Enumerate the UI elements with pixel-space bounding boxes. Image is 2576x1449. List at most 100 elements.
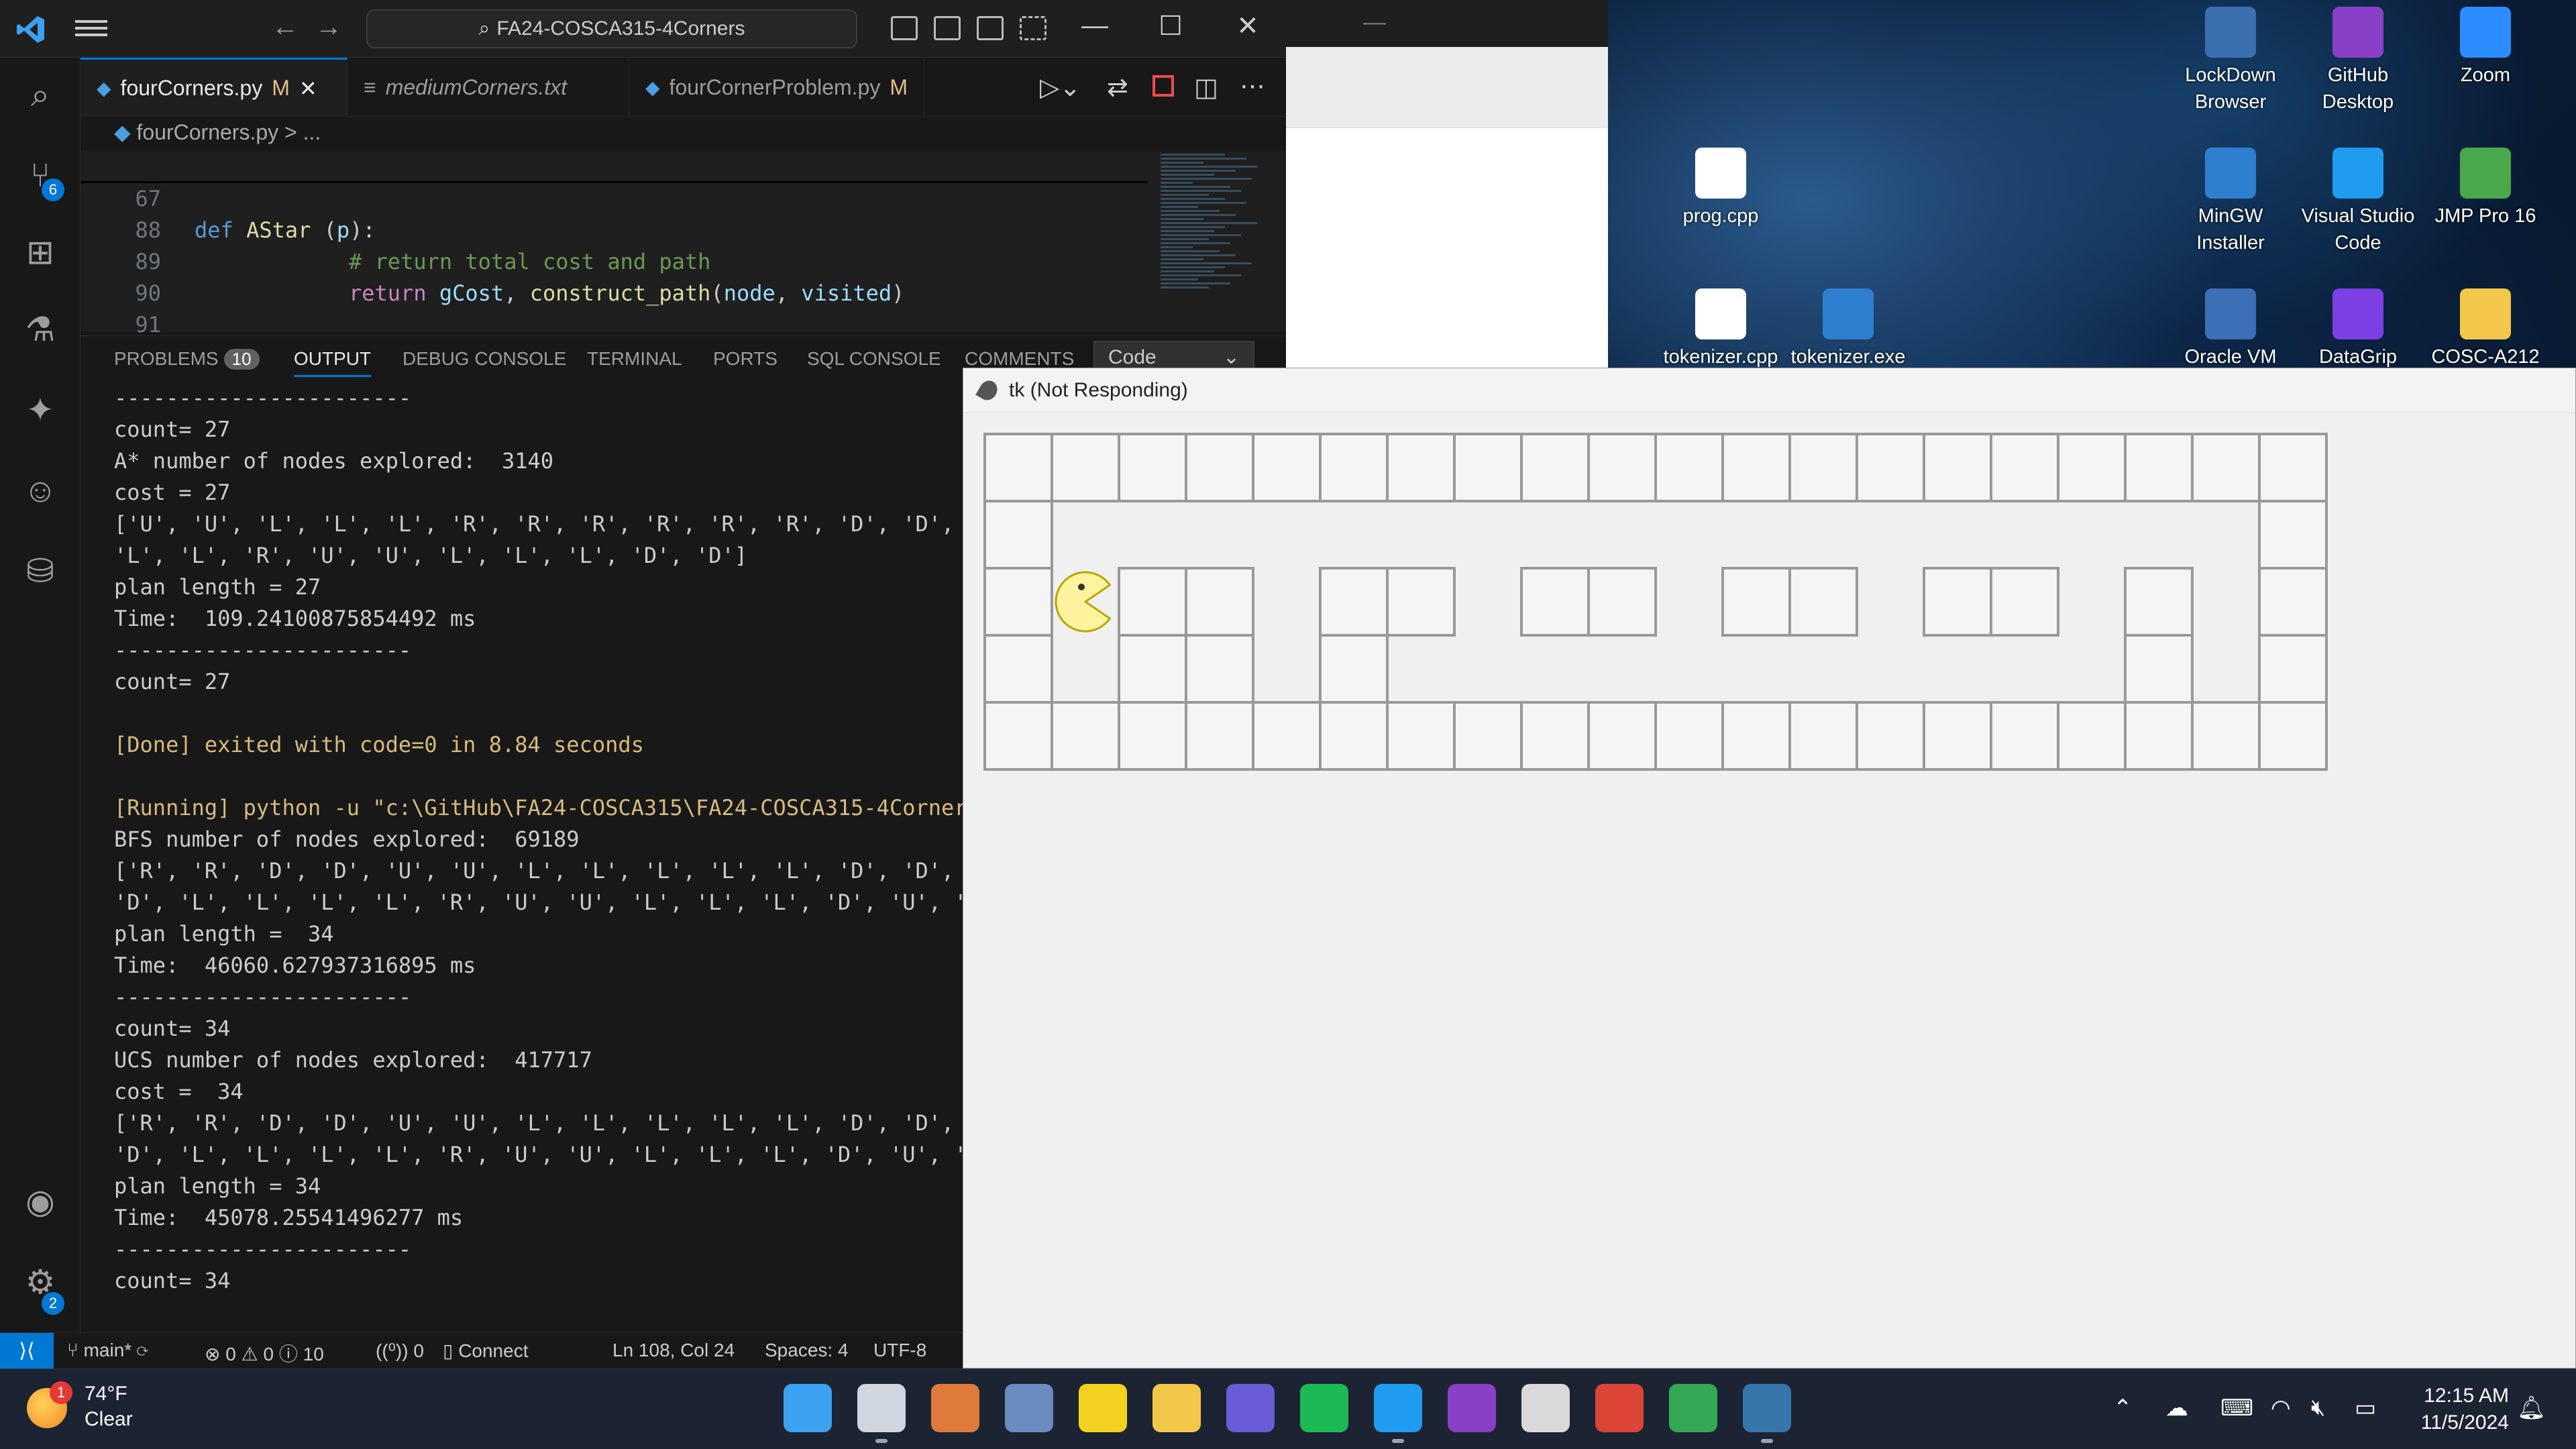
run-icon[interactable]: ▷⌄ bbox=[1040, 72, 1081, 103]
start-button-icon[interactable] bbox=[784, 1384, 832, 1432]
file-explorer-icon[interactable] bbox=[1152, 1384, 1201, 1432]
output-line: ----------------------- bbox=[114, 1236, 412, 1262]
desktop-icon[interactable]: MinGW Installer bbox=[2170, 148, 2291, 256]
desktop-icon[interactable]: DataGrip bbox=[2298, 288, 2418, 370]
keyboard-icon[interactable]: ⌨ bbox=[2220, 1395, 2253, 1421]
task-view-icon[interactable] bbox=[857, 1384, 906, 1432]
ports-indicator[interactable]: ((⁰)) 0 bbox=[376, 1340, 424, 1362]
stop-icon[interactable] bbox=[1152, 75, 1174, 97]
background-window[interactable]: — ⚙▾ bbox=[1286, 0, 1608, 369]
close-icon[interactable]: ✕ bbox=[299, 76, 317, 101]
toggle-secondary-sidebar-icon[interactable] bbox=[977, 16, 1004, 40]
code-editor[interactable]: 67 def AStar (p): 88 # return total cost… bbox=[80, 152, 1286, 369]
desktop-icon[interactable]: COSC-A212 bbox=[2425, 288, 2546, 370]
desktop-icon-label: GitHub Desktop bbox=[2322, 64, 2394, 113]
branch-indicator[interactable]: ⑂ main* ⟳ bbox=[67, 1340, 148, 1361]
copilot-2-icon[interactable] bbox=[1226, 1384, 1275, 1432]
maximize-button[interactable]: ☐ bbox=[1150, 11, 1191, 42]
desktop-icon[interactable]: prog.cpp bbox=[1660, 148, 1781, 229]
background-window-titlebar[interactable]: — bbox=[1286, 0, 1608, 47]
remote-indicator-icon[interactable]: ⟩⟨ bbox=[0, 1333, 54, 1369]
desktop-icon[interactable]: Zoom bbox=[2425, 7, 2546, 89]
speaker-muted-icon[interactable]: 🔇︎ bbox=[2311, 1395, 2325, 1421]
database-icon[interactable]: ⛁ bbox=[20, 551, 60, 591]
desktop-icon[interactable]: Oracle VM bbox=[2170, 288, 2291, 370]
cursor-position[interactable]: Ln 108, Col 24 bbox=[612, 1340, 735, 1361]
tab-debug-console[interactable]: DEBUG CONSOLE bbox=[402, 348, 566, 370]
minimap[interactable] bbox=[1161, 152, 1268, 331]
tk-titlebar[interactable]: tk (Not Responding) bbox=[963, 368, 2575, 413]
desktop-icon[interactable]: tokenizer.exe bbox=[1788, 288, 1909, 370]
wifi-icon[interactable]: ◠ bbox=[2271, 1395, 2291, 1421]
weather-widget[interactable]: 1 74°F Clear bbox=[27, 1381, 133, 1432]
tab-label: fourCorners.py bbox=[120, 76, 263, 100]
notepad-icon[interactable] bbox=[1521, 1384, 1570, 1432]
desktop-icon[interactable]: JMP Pro 16 bbox=[2425, 148, 2546, 229]
account-icon[interactable]: ◉ bbox=[20, 1181, 60, 1222]
customize-layout-icon[interactable] bbox=[1020, 16, 1046, 40]
battery-icon[interactable]: ▭ bbox=[2355, 1395, 2376, 1421]
explorer-search-icon[interactable]: ⌕ bbox=[20, 74, 60, 115]
tab-problems[interactable]: PROBLEMS 10 bbox=[114, 348, 260, 370]
tab-ports[interactable]: PORTS bbox=[713, 348, 777, 370]
menu-icon[interactable] bbox=[75, 16, 107, 42]
desktop-icon[interactable]: Visual Studio Code bbox=[2298, 148, 2418, 256]
tab-mediumcorners[interactable]: ≡ mediumCorners.txt bbox=[347, 58, 629, 117]
copilot-icon[interactable]: ☺ bbox=[20, 470, 60, 511]
more-actions-icon[interactable]: ⋯ bbox=[1240, 71, 1265, 101]
settings-icon[interactable] bbox=[1005, 1384, 1053, 1432]
compare-icon[interactable]: ⇄ bbox=[1107, 72, 1128, 103]
maze-wall bbox=[1319, 701, 1389, 771]
tab-fourcorners[interactable]: ◆ fourCorners.py M ✕ bbox=[80, 58, 347, 117]
output-panel[interactable]: ----------------------- count= 27 A* numbe… bbox=[80, 382, 964, 1328]
testing-icon[interactable]: ⚗ bbox=[20, 309, 60, 350]
vscode-logo-icon bbox=[17, 16, 44, 43]
vscode-icon[interactable] bbox=[1374, 1384, 1422, 1432]
encoding[interactable]: UTF-8 bbox=[873, 1340, 926, 1361]
chevron-up-icon[interactable]: ⌃ bbox=[2113, 1395, 2133, 1421]
tab-comments[interactable]: COMMENTS bbox=[965, 348, 1074, 370]
clock-time: 12:15 AM bbox=[2424, 1385, 2509, 1407]
toggle-sidebar-icon[interactable] bbox=[891, 16, 918, 40]
connect-indicator[interactable]: ▯ Connect bbox=[443, 1340, 528, 1362]
output-line: ['R', 'R', 'D', 'D', 'U', 'U', 'L', 'L',… bbox=[114, 858, 955, 883]
forward-arrow-icon[interactable]: → bbox=[315, 12, 342, 42]
clock[interactable]: 12:15 AM 11/5/2024 bbox=[2421, 1383, 2509, 1436]
tab-output[interactable]: OUTPUT bbox=[294, 348, 372, 377]
command-center-search[interactable]: ⌕ FA24-COSCA315-4Corners bbox=[366, 9, 857, 48]
desktop-icon-label: tokenizer.cpp bbox=[1663, 346, 1778, 368]
maze-wall bbox=[1654, 433, 1724, 502]
github-desktop-icon[interactable] bbox=[1448, 1384, 1496, 1432]
chrome-icon[interactable] bbox=[1595, 1384, 1644, 1432]
bg-minimize-button[interactable]: — bbox=[1363, 9, 1386, 36]
close-button[interactable]: ✕ bbox=[1228, 11, 1268, 42]
extensions-icon[interactable]: ⊞ bbox=[20, 232, 60, 272]
tk-feather-icon bbox=[975, 377, 1001, 403]
desktop-icon[interactable]: tokenizer.cpp bbox=[1660, 288, 1781, 370]
onedrive-icon[interactable]: ☁ bbox=[2165, 1395, 2188, 1421]
split-editor-icon[interactable]: ◫ bbox=[1194, 72, 1218, 103]
notifications-bell-icon[interactable]: 🔔︎ bbox=[2517, 1395, 2546, 1421]
scm-badge: 6 bbox=[42, 178, 64, 201]
breadcrumb-text: fourCorners.py > ... bbox=[136, 120, 321, 144]
tab-fourcornerproblem[interactable]: ◆ fourCornerProblem.py M bbox=[629, 58, 924, 117]
python-icon[interactable]: ✦ bbox=[20, 390, 60, 430]
back-arrow-icon[interactable]: ← bbox=[272, 12, 299, 42]
desktop-icon[interactable]: LockDown Browser bbox=[2170, 7, 2291, 115]
tk-window[interactable]: tk (Not Responding) bbox=[963, 368, 2576, 1368]
desktop-icon-label: JMP Pro 16 bbox=[2434, 205, 2536, 227]
indentation[interactable]: Spaces: 4 bbox=[765, 1340, 849, 1361]
spotify-icon[interactable] bbox=[1300, 1384, 1348, 1432]
toggle-panel-icon[interactable] bbox=[934, 16, 961, 40]
copilot-icon[interactable] bbox=[931, 1384, 979, 1432]
tab-terminal[interactable]: TERMINAL bbox=[587, 348, 682, 370]
problems-indicator[interactable]: ⊗ 0 ⚠ 0 ⓘ 10 bbox=[205, 1340, 324, 1366]
breadcrumb[interactable]: ◆ fourCorners.py > ... bbox=[114, 119, 321, 145]
desktop-icon[interactable]: GitHub Desktop bbox=[2298, 7, 2418, 115]
sticky-notes-icon[interactable] bbox=[1079, 1384, 1127, 1432]
vscode-titlebar: ← → ⌕ FA24-COSCA315-4Corners — ☐ ✕ bbox=[0, 0, 1286, 58]
tab-sql-console[interactable]: SQL CONSOLE bbox=[807, 348, 941, 370]
python-icon[interactable] bbox=[1743, 1384, 1791, 1432]
minimize-button[interactable]: — bbox=[1075, 11, 1115, 41]
chrome-2-icon[interactable] bbox=[1669, 1384, 1717, 1432]
